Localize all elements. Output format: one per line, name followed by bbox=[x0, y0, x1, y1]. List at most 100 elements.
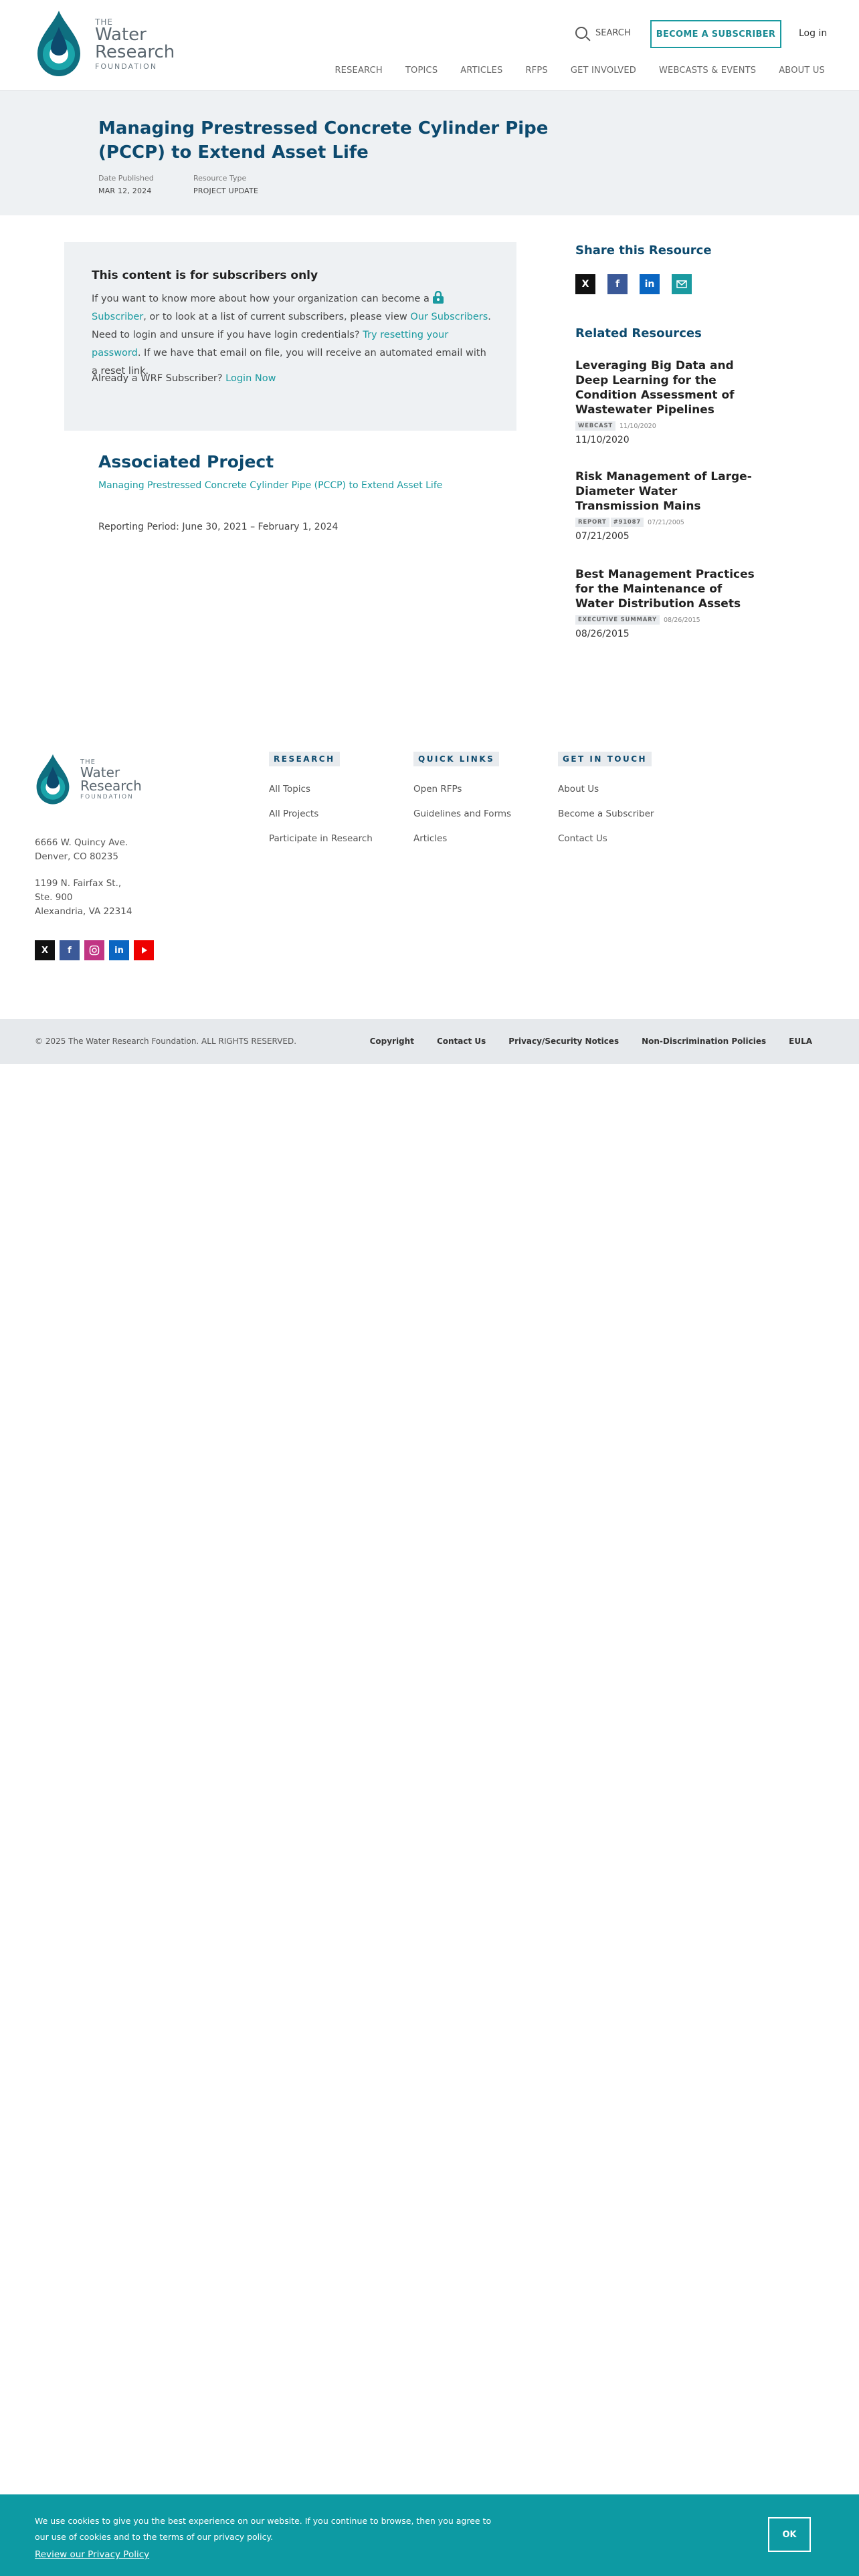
logo-water: Water bbox=[95, 25, 147, 45]
related-date: 08/26/2015 bbox=[575, 629, 630, 639]
site-logo[interactable]: THE Water Research FOUNDATION bbox=[33, 9, 175, 79]
non-discrimination-link[interactable]: Non-Discrimination Policies bbox=[642, 1037, 766, 1046]
nav-articles[interactable]: ARTICLES bbox=[460, 66, 502, 76]
type-value: PROJECT UPDATE bbox=[193, 187, 259, 195]
type-label: Resource Type bbox=[193, 174, 247, 183]
cookie-ok-button[interactable]: OK bbox=[768, 2517, 811, 2552]
footer-social: X f in bbox=[35, 940, 154, 960]
logo-water: Water bbox=[80, 764, 120, 780]
footer-link[interactable]: Guidelines and Forms bbox=[413, 809, 511, 819]
footer-col-research: RESEARCH All Topics All Projects Partici… bbox=[269, 752, 373, 844]
address-denver: 6666 W. Quincy Ave. Denver, CO 80235 bbox=[35, 836, 128, 864]
eula-link[interactable]: EULA bbox=[789, 1037, 812, 1046]
type-tag: WEBCAST bbox=[575, 421, 615, 431]
lock-icon bbox=[433, 291, 444, 304]
footer-logo[interactable]: THE Water Research FOUNDATION bbox=[33, 751, 142, 809]
logo-wordmark: THE Water Research FOUNDATION bbox=[95, 18, 175, 70]
associated-project-link[interactable]: Managing Prestressed Concrete Cylinder P… bbox=[98, 480, 442, 491]
nav-about-us[interactable]: ABOUT US bbox=[779, 66, 825, 76]
subscriber-only-notice: This content is for subscribers only If … bbox=[64, 242, 516, 431]
related-tags: REPORT #91087 07/21/2005 bbox=[575, 518, 763, 527]
logo-research: Research bbox=[95, 42, 175, 62]
related-title[interactable]: Risk Management of Large-Diameter Water … bbox=[575, 469, 763, 514]
nav-topics[interactable]: TOPICS bbox=[405, 66, 438, 76]
share-buttons: X f in bbox=[575, 274, 692, 294]
search-label: SEARCH bbox=[595, 27, 631, 38]
nav-get-involved[interactable]: GET INVOLVED bbox=[571, 66, 636, 76]
copyright-link[interactable]: Copyright bbox=[370, 1037, 414, 1046]
logo-foundation: FOUNDATION bbox=[95, 62, 158, 71]
address-line: 6666 W. Quincy Ave. bbox=[35, 837, 128, 848]
email-icon[interactable] bbox=[672, 274, 692, 294]
our-subscribers-link[interactable]: Our Subscribers bbox=[410, 312, 488, 322]
date-label: Date Published bbox=[98, 174, 154, 183]
footer-col-quick-links: QUICK LINKS Open RFPs Guidelines and For… bbox=[413, 752, 511, 844]
notice-text: If you want to know more about how your … bbox=[92, 290, 493, 381]
tag-date: 08/26/2015 bbox=[663, 616, 700, 624]
logo-foundation: FOUNDATION bbox=[80, 794, 134, 800]
privacy-policy-link[interactable]: Review our Privacy Policy bbox=[35, 2549, 149, 2560]
footer-link[interactable]: All Topics bbox=[269, 784, 373, 794]
footer-link[interactable]: Articles bbox=[413, 833, 511, 844]
login-now-link[interactable]: Login Now bbox=[225, 373, 276, 384]
date-published: Date Published MAR 12, 2024 bbox=[98, 174, 154, 195]
copyright-text: © 2025 The Water Research Foundation. AL… bbox=[35, 1037, 297, 1046]
related-item[interactable]: Best Management Practices for the Mainte… bbox=[575, 567, 763, 639]
subscriber-link[interactable]: Subscriber bbox=[92, 312, 143, 322]
footer-link[interactable]: Become a Subscriber bbox=[558, 809, 654, 819]
footer-link[interactable]: About Us bbox=[558, 784, 654, 794]
facebook-icon[interactable]: f bbox=[60, 940, 80, 960]
water-drop-logo-icon bbox=[36, 754, 70, 804]
footer-link[interactable]: All Projects bbox=[269, 809, 373, 819]
become-subscriber-button[interactable]: BECOME A SUBSCRIBER bbox=[650, 20, 781, 48]
notice-text-2: , or to look at a list of current subscr… bbox=[143, 312, 411, 322]
logo-wordmark: THE Water Research FOUNDATION bbox=[80, 759, 142, 800]
nav-rfps[interactable]: RFPS bbox=[525, 66, 547, 76]
footer-col-heading: GET IN TOUCH bbox=[558, 752, 652, 766]
already-subscriber: Already a WRF Subscriber? Login Now bbox=[92, 373, 276, 384]
water-drop-logo-icon bbox=[37, 11, 80, 76]
youtube-icon[interactable] bbox=[134, 940, 154, 960]
footer-col-heading: QUICK LINKS bbox=[413, 752, 500, 766]
related-tags: WEBCAST 11/10/2020 bbox=[575, 421, 763, 431]
tag-date: 11/10/2020 bbox=[619, 422, 656, 430]
title-band: Managing Prestressed Concrete Cylinder P… bbox=[0, 91, 859, 215]
notice-text-1: If you want to know more about how your … bbox=[92, 294, 433, 304]
facebook-icon[interactable]: f bbox=[607, 274, 628, 294]
notice-text-4: . If we have that email on file, you wil… bbox=[92, 348, 486, 377]
footer-link[interactable]: Open RFPs bbox=[413, 784, 511, 794]
type-tag: REPORT bbox=[575, 518, 609, 527]
related-title[interactable]: Best Management Practices for the Mainte… bbox=[575, 567, 763, 611]
x-icon[interactable]: X bbox=[35, 940, 55, 960]
login-link[interactable]: Log in bbox=[799, 28, 827, 39]
linkedin-icon[interactable]: in bbox=[640, 274, 660, 294]
reporting-period: Reporting Period: June 30, 2021 – Februa… bbox=[98, 522, 339, 532]
contact-link[interactable]: Contact Us bbox=[437, 1037, 486, 1046]
footer-link[interactable]: Contact Us bbox=[558, 833, 654, 844]
related-tags: EXECUTIVE SUMMARY 08/26/2015 bbox=[575, 615, 763, 625]
instagram-icon[interactable] bbox=[84, 940, 104, 960]
x-icon[interactable]: X bbox=[575, 274, 595, 294]
share-heading: Share this Resource bbox=[575, 243, 712, 257]
footer-link[interactable]: Participate in Research bbox=[269, 833, 373, 844]
main-nav: RESEARCH TOPICS ARTICLES RFPS GET INVOLV… bbox=[335, 66, 825, 76]
related-item[interactable]: Risk Management of Large-Diameter Water … bbox=[575, 469, 763, 542]
search-button[interactable]: SEARCH bbox=[575, 27, 631, 39]
notice-heading: This content is for subscribers only bbox=[92, 269, 318, 282]
date-value: MAR 12, 2024 bbox=[98, 187, 152, 195]
related-title[interactable]: Leveraging Big Data and Deep Learning fo… bbox=[575, 358, 763, 417]
footer-bottom-bar: © 2025 The Water Research Foundation. AL… bbox=[0, 1019, 859, 1064]
cookie-banner: We use cookies to give you the best expe… bbox=[0, 2494, 859, 2576]
resource-type: Resource Type PROJECT UPDATE bbox=[193, 174, 258, 195]
logo-research: Research bbox=[80, 778, 142, 794]
footer-col-heading: RESEARCH bbox=[269, 752, 340, 766]
linkedin-icon[interactable]: in bbox=[109, 940, 129, 960]
related-date: 11/10/2020 bbox=[575, 435, 630, 445]
related-heading: Related Resources bbox=[575, 326, 702, 340]
privacy-link[interactable]: Privacy/Security Notices bbox=[508, 1037, 619, 1046]
site-header: THE Water Research FOUNDATION SEARCH BEC… bbox=[0, 0, 859, 91]
related-item[interactable]: Leveraging Big Data and Deep Learning fo… bbox=[575, 358, 763, 445]
type-tag: EXECUTIVE SUMMARY bbox=[575, 615, 660, 625]
nav-research[interactable]: RESEARCH bbox=[335, 66, 382, 76]
nav-webcasts-events[interactable]: WEBCASTS & EVENTS bbox=[659, 66, 756, 76]
